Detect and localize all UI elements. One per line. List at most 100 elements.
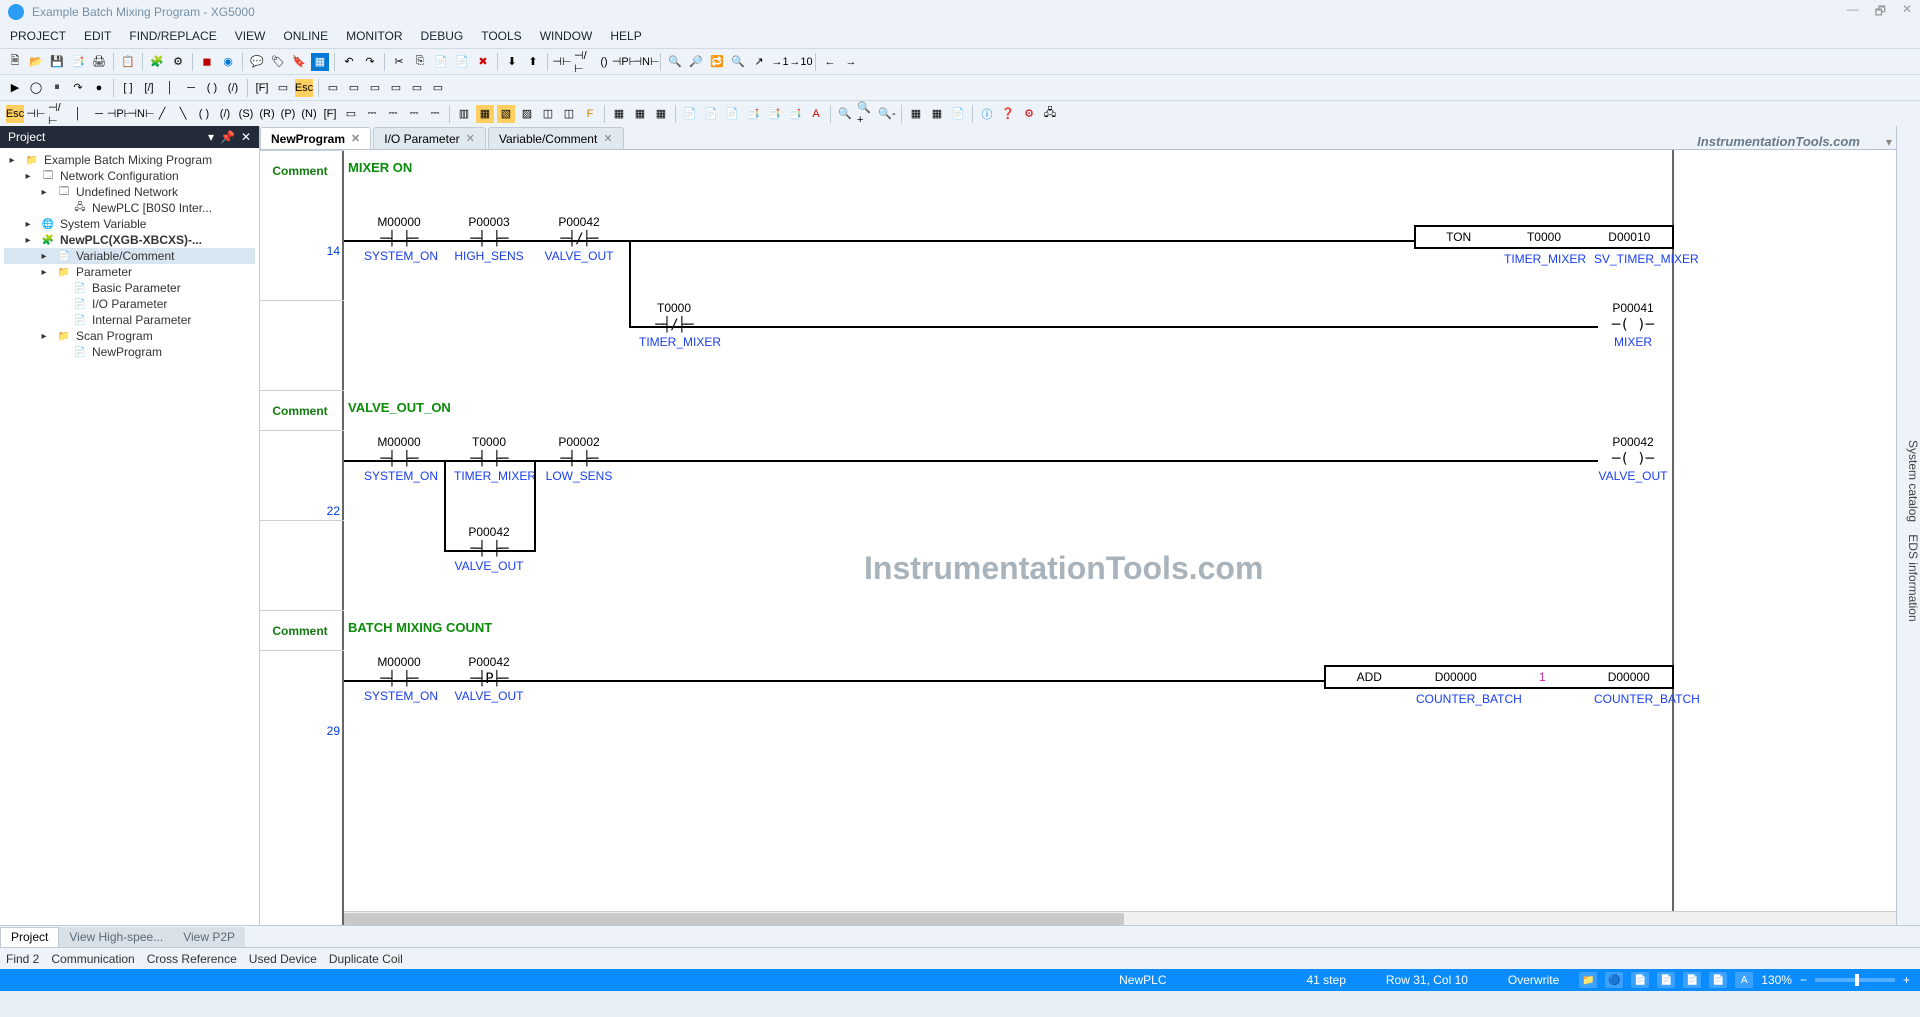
rung1-contact-3[interactable]: P00042 ─┤/├─ VALVE_OUT — [544, 215, 614, 263]
print-icon[interactable]: 🖨 — [90, 53, 108, 71]
comment-icon[interactable]: 💬 — [248, 53, 266, 71]
f5-icon[interactable]: │ — [69, 105, 87, 123]
tree-item[interactable]: 📄I/O Parameter — [4, 296, 255, 312]
output-tab-dupcoil[interactable]: Duplicate Coil — [329, 952, 403, 966]
upload-icon[interactable]: ⬆ — [524, 53, 542, 71]
status-icon-6[interactable]: 📄 — [1709, 972, 1727, 988]
doc2-icon[interactable]: 📄 — [702, 105, 720, 123]
pause-icon[interactable]: ⏸ — [48, 79, 66, 97]
right-dock-eds[interactable]: EDS information — [1906, 534, 1920, 621]
tree-expand-icon[interactable] — [52, 201, 68, 215]
download-icon[interactable]: ⬇ — [503, 53, 521, 71]
ld-coil-icon[interactable]: ( ) — [203, 79, 221, 97]
output-tab-useddevice[interactable]: Used Device — [249, 952, 317, 966]
menu-help[interactable]: HELP — [610, 29, 641, 43]
tree-expand-icon[interactable]: ▸ — [36, 265, 52, 279]
tab-close-icon[interactable]: ✕ — [466, 132, 475, 145]
run-play-icon[interactable]: ▶ — [6, 79, 24, 97]
esc-icon[interactable]: Esc — [295, 79, 313, 97]
tree-expand-icon[interactable]: ▸ — [4, 153, 20, 167]
redo-icon[interactable]: ↷ — [361, 53, 379, 71]
tree-expand-icon[interactable]: ▸ — [36, 329, 52, 343]
help-icon[interactable]: ⓘ — [978, 105, 996, 123]
rung3-contact-1[interactable]: M00000 ─┤ ├─ SYSTEM_ON — [364, 655, 434, 703]
ld-extra6-icon[interactable]: ▭ — [429, 79, 447, 97]
menu-view[interactable]: VIEW — [235, 29, 266, 43]
rung3-add-box[interactable]: ADD D00000 1 D00000 — [1324, 665, 1674, 689]
rung1-coil[interactable]: P00041 ─( )─ MIXER — [1598, 301, 1668, 349]
cfg-icon[interactable]: ⚙ — [1020, 105, 1038, 123]
sf4-icon[interactable]: (R) — [258, 105, 276, 123]
coil-icon[interactable]: () — [595, 53, 613, 71]
tree-expand-icon[interactable] — [52, 313, 68, 327]
save-icon[interactable]: 💾 — [48, 53, 66, 71]
f6-icon[interactable]: ─ — [90, 105, 108, 123]
f9-icon[interactable]: ( ) — [195, 105, 213, 123]
contact-n-icon[interactable]: ⊣N⊢ — [637, 53, 655, 71]
tree-expand-icon[interactable]: ▸ — [20, 217, 36, 231]
step-icon[interactable]: ↷ — [69, 79, 87, 97]
mon1-icon[interactable]: ▦ — [610, 105, 628, 123]
tree-item[interactable]: ▸📁Parameter — [4, 264, 255, 280]
f4-icon[interactable]: ⊣/⊢ — [48, 105, 66, 123]
horizontal-scrollbar[interactable] — [344, 911, 1904, 925]
menu-monitor[interactable]: MONITOR — [346, 29, 402, 43]
output-tab-find2[interactable]: Find 2 — [6, 952, 39, 966]
sf3-icon[interactable]: (S) — [237, 105, 255, 123]
panel-dropdown-icon[interactable]: ▾ — [208, 130, 214, 144]
bottom-tab-p2p[interactable]: View P2P — [173, 927, 245, 947]
rung2b-contact[interactable]: P00042 ─┤ ├─ VALVE_OUT — [454, 525, 524, 573]
view6-icon[interactable]: ◫ — [560, 105, 578, 123]
sf8-icon[interactable]: ╱ — [153, 105, 171, 123]
doc6-icon[interactable]: 📑 — [786, 105, 804, 123]
mon3-icon[interactable]: ▦ — [652, 105, 670, 123]
func-f-icon[interactable]: F — [581, 105, 599, 123]
contact-no-icon[interactable]: ⊣⊢ — [553, 53, 571, 71]
c4-icon[interactable]: ⎓ — [384, 105, 402, 123]
ld-coil-nc-icon[interactable]: (/) — [224, 79, 242, 97]
sf1-icon[interactable]: ⊣P⊢ — [111, 105, 129, 123]
tree-item[interactable]: 📄Internal Parameter — [4, 312, 255, 328]
tab-close-icon[interactable]: ✕ — [603, 132, 612, 145]
sf7-icon[interactable]: ▭ — [342, 105, 360, 123]
prev-icon[interactable]: ← — [821, 53, 839, 71]
ld-extra4-icon[interactable]: ▭ — [387, 79, 405, 97]
bottom-tab-highspeed[interactable]: View High-spee... — [59, 927, 173, 947]
menu-tools[interactable]: TOOLS — [481, 29, 521, 43]
tree-expand-icon[interactable]: ▸ — [36, 249, 52, 263]
f10-icon[interactable]: [F] — [321, 105, 339, 123]
c6-icon[interactable]: ⎓ — [426, 105, 444, 123]
doc5-icon[interactable]: 📑 — [765, 105, 783, 123]
c5-icon[interactable]: ⎓ — [405, 105, 423, 123]
view4-icon[interactable]: ▨ — [518, 105, 536, 123]
sf5-icon[interactable]: (P) — [279, 105, 297, 123]
tree-expand-icon[interactable] — [52, 345, 68, 359]
right-dock-syscat[interactable]: System catalog — [1906, 440, 1920, 522]
right-dock[interactable]: System catalog EDS information — [1896, 126, 1920, 925]
rung2-contact-3[interactable]: P00002 ─┤ ├─ LOW_SENS — [544, 435, 614, 483]
status-icon-3[interactable]: 📄 — [1631, 972, 1649, 988]
status-icon-7[interactable]: A — [1735, 972, 1753, 988]
f3-icon[interactable]: ⊣⊢ — [27, 105, 45, 123]
panel-close-icon[interactable]: ✕ — [241, 130, 251, 144]
output-tab-crossref[interactable]: Cross Reference — [147, 952, 237, 966]
paste2-icon[interactable]: 📄 — [453, 53, 471, 71]
grid-icon[interactable]: ▦ — [311, 53, 329, 71]
module-icon[interactable]: 🧩 — [148, 53, 166, 71]
mon2-icon[interactable]: ▦ — [631, 105, 649, 123]
menu-debug[interactable]: DEBUG — [421, 29, 464, 43]
menu-project[interactable]: PROJECT — [10, 29, 66, 43]
view5-icon[interactable]: ◫ — [539, 105, 557, 123]
rung2-coil[interactable]: P00042 ─( )─ VALVE_OUT — [1598, 435, 1668, 483]
about-icon[interactable]: ❓ — [999, 105, 1017, 123]
bookmark-icon[interactable]: 🔖 — [290, 53, 308, 71]
win1-icon[interactable]: ▦ — [907, 105, 925, 123]
esc2-icon[interactable]: Esc — [6, 105, 24, 123]
sf9-icon[interactable]: ╲ — [174, 105, 192, 123]
saveall-icon[interactable]: 📑 — [69, 53, 87, 71]
next-icon[interactable]: → — [842, 53, 860, 71]
zoom-slider[interactable] — [1815, 978, 1895, 982]
break-icon[interactable]: ● — [90, 79, 108, 97]
tree-expand-icon[interactable]: ▸ — [20, 233, 36, 247]
status-icon-2[interactable]: 🔵 — [1605, 972, 1623, 988]
